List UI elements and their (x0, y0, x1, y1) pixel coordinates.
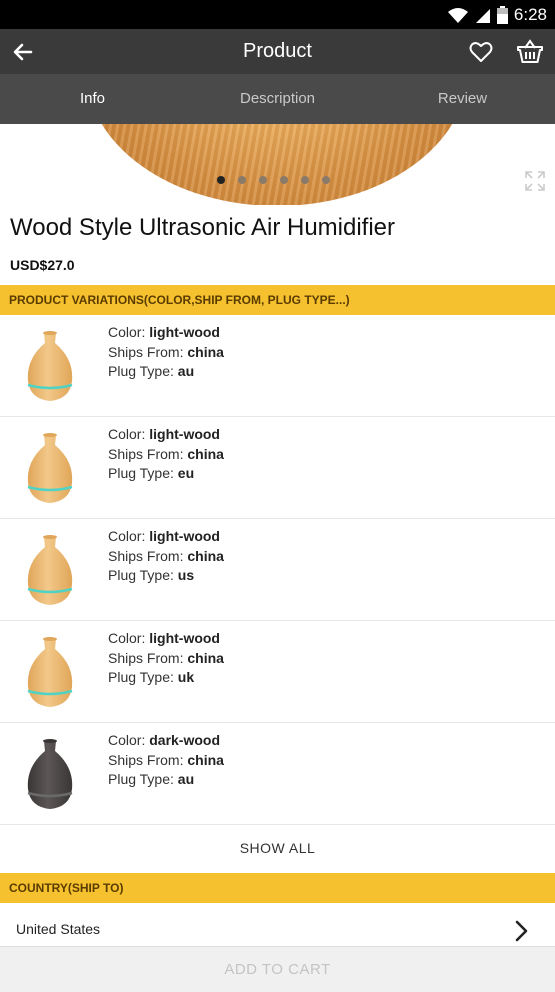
product-photo-texture (86, 124, 468, 205)
show-all-button[interactable]: SHOW ALL (0, 825, 555, 872)
ships-from-value: china (187, 649, 224, 666)
wifi-icon (447, 7, 468, 23)
selected-country: United States (16, 921, 101, 937)
plug-type-label: Plug Type: (108, 363, 178, 379)
color-value: light-wood (149, 630, 220, 646)
tab-bar: Info Description Review (0, 74, 555, 124)
ships-from-label: Ships From: (108, 343, 188, 360)
plug-type-label: Plug Type: (108, 771, 178, 787)
pager-dot[interactable] (259, 176, 267, 184)
ships-from-value: china (187, 445, 224, 462)
pager-dot[interactable] (238, 176, 246, 184)
plug-type-value: au (177, 771, 195, 787)
product-price: USD$27.0 (10, 257, 75, 273)
chevron-right-icon (515, 920, 528, 942)
color-label: Color: (108, 426, 150, 442)
variation-row[interactable]: Color: light-wood Ships From: china Plug T… (0, 315, 555, 417)
country-section-header: COUNTRY(SHIP TO) (0, 873, 555, 903)
variations-section-header: PRODUCT VARIATIONS(COLOR,SHIP FROM, PLUG… (0, 285, 555, 315)
status-bar: 6:28 (0, 0, 555, 29)
ships-from-label: Ships From: (108, 547, 188, 564)
ships-from-value: china (187, 547, 224, 564)
variation-thumbnail (27, 433, 73, 503)
plug-type-label: Plug Type: (108, 669, 178, 685)
color-value: light-wood (149, 324, 220, 340)
status-time: 6:28 (513, 5, 547, 24)
signal-icon (475, 8, 490, 23)
variation-thumbnail (27, 535, 73, 605)
plug-type-label: Plug Type: (108, 465, 178, 481)
battery-icon (496, 6, 508, 24)
product-image-gallery[interactable] (0, 124, 555, 205)
variation-thumbnail (27, 637, 73, 707)
tab-info[interactable]: Info (0, 74, 185, 124)
variation-row[interactable]: Color: dark-wood Ships From: china Plug Ty… (0, 723, 555, 825)
plug-type-value: uk (177, 669, 195, 685)
plug-type-value: eu (177, 465, 195, 481)
color-label: Color: (108, 528, 150, 544)
tab-description[interactable]: Description (185, 74, 370, 124)
ships-from-value: china (187, 751, 224, 768)
pager-dot[interactable] (217, 176, 225, 184)
pager-dot[interactable] (322, 176, 330, 184)
variation-row[interactable]: Color: light-wood Ships From: china Plug T… (0, 417, 555, 519)
color-value: light-wood (149, 426, 220, 442)
heart-icon[interactable] (468, 39, 494, 65)
plug-type-value: au (177, 363, 195, 379)
variation-thumbnail (27, 331, 73, 401)
ships-from-label: Ships From: (108, 649, 188, 666)
basket-icon[interactable] (516, 37, 544, 65)
color-label: Color: (108, 630, 150, 646)
color-label: Color: (108, 732, 150, 748)
plug-type-value: us (177, 567, 195, 583)
color-label: Color: (108, 324, 150, 340)
gallery-pager (217, 176, 330, 184)
tab-review[interactable]: Review (370, 74, 555, 124)
pager-dot[interactable] (301, 176, 309, 184)
ships-from-value: china (187, 343, 224, 360)
product-title: Wood Style Ultrasonic Air Humidifier (10, 214, 396, 241)
variation-row[interactable]: Color: light-wood Ships From: china Plug T… (0, 519, 555, 621)
add-to-cart-button[interactable]: ADD TO CART (0, 947, 555, 992)
variation-thumbnail (27, 739, 73, 809)
variation-row[interactable]: Color: light-wood Ships From: china Plug T… (0, 621, 555, 723)
pager-dot[interactable] (280, 176, 288, 184)
app-bar: Product (0, 29, 555, 74)
ships-from-label: Ships From: (108, 751, 188, 768)
color-value: light-wood (149, 528, 220, 544)
color-value: dark-wood (149, 732, 221, 748)
fullscreen-icon[interactable] (524, 170, 546, 192)
plug-type-label: Plug Type: (108, 567, 178, 583)
ship-to-country-selector[interactable]: United States (0, 903, 555, 947)
ships-from-label: Ships From: (108, 445, 188, 462)
